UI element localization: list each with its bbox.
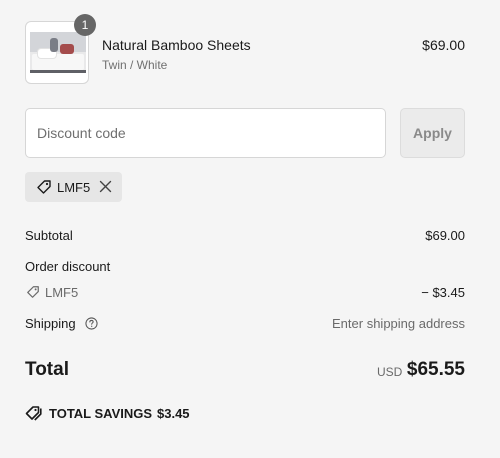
product-variant: Twin / White bbox=[102, 58, 168, 72]
order-discount-label: Order discount bbox=[25, 259, 111, 274]
discount-value: − $3.45 bbox=[421, 285, 465, 300]
discount-code-input[interactable] bbox=[25, 108, 386, 158]
shipping-value: Enter shipping address bbox=[332, 316, 465, 331]
quantity-badge: 1 bbox=[74, 14, 96, 36]
shipping-label: Shipping bbox=[25, 316, 76, 331]
product-image bbox=[30, 32, 86, 73]
close-icon[interactable] bbox=[99, 180, 112, 198]
line-item: 1 Natural Bamboo Sheets Twin / White $69… bbox=[25, 14, 465, 85]
subtotal-label: Subtotal bbox=[25, 228, 73, 243]
help-icon[interactable] bbox=[85, 317, 98, 333]
subtotal-value: $69.00 bbox=[425, 228, 465, 243]
savings-tag-icon bbox=[25, 405, 43, 426]
applied-discount-chip: LMF5 bbox=[25, 172, 122, 202]
total-savings-label: TOTAL SAVINGS bbox=[49, 406, 153, 421]
total-savings-value: $3.45 bbox=[157, 406, 190, 421]
product-name: Natural Bamboo Sheets bbox=[102, 37, 251, 53]
tag-icon bbox=[36, 179, 52, 200]
discount-code-label: LMF5 bbox=[45, 285, 79, 300]
apply-discount-button[interactable]: Apply bbox=[400, 108, 465, 158]
total-label: Total bbox=[25, 359, 69, 380]
tag-icon bbox=[26, 285, 40, 302]
total-currency: USD bbox=[377, 365, 403, 379]
product-price: $69.00 bbox=[422, 37, 465, 53]
total-value: $65.55 bbox=[406, 359, 465, 380]
applied-discount-code: LMF5 bbox=[57, 180, 91, 195]
